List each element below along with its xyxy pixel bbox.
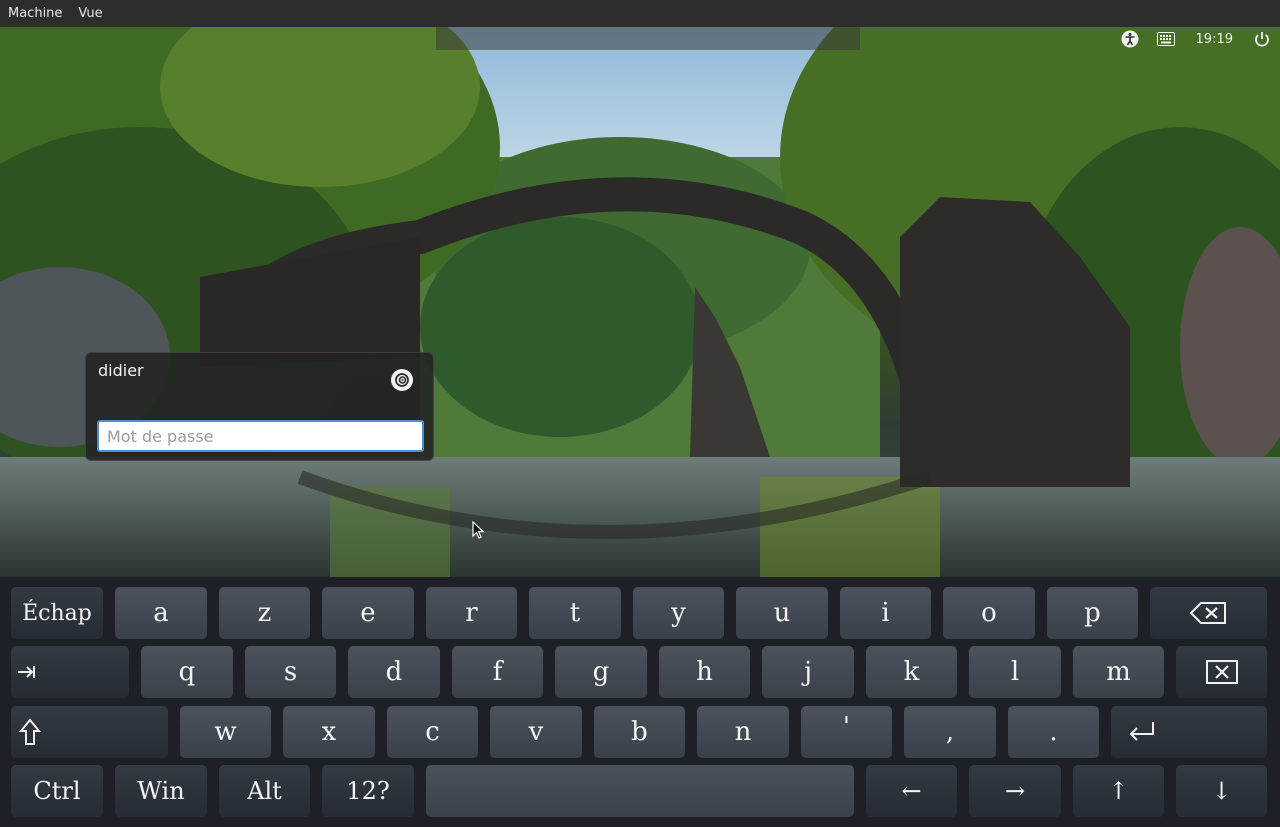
- backspace-icon: [1189, 602, 1226, 624]
- key-a[interactable]: a: [115, 587, 207, 639]
- key-n[interactable]: n: [697, 706, 789, 758]
- key-t[interactable]: t: [529, 587, 621, 639]
- key-q[interactable]: q: [141, 646, 233, 698]
- power-icon[interactable]: [1254, 31, 1270, 47]
- shift-icon: [19, 718, 41, 745]
- key-y[interactable]: y: [633, 587, 724, 639]
- key-f[interactable]: f: [452, 646, 543, 698]
- session-icon: [395, 373, 409, 387]
- key-p[interactable]: p: [1047, 587, 1138, 639]
- wallpaper-scene: [0, 27, 1280, 577]
- menu-view[interactable]: Vue: [70, 0, 110, 27]
- key-escape[interactable]: Échap: [11, 587, 103, 639]
- on-screen-keyboard: Échap a z e r t y u i o p q s d f g h j …: [0, 577, 1280, 827]
- key-backspace[interactable]: [1150, 587, 1267, 639]
- key-space[interactable]: [426, 765, 854, 817]
- delete-icon: [1205, 660, 1238, 684]
- key-win[interactable]: Win: [115, 765, 207, 817]
- key-ctrl[interactable]: Ctrl: [11, 765, 103, 817]
- key-right[interactable]: →: [969, 765, 1061, 817]
- enter-icon: [1129, 722, 1154, 741]
- menu-machine[interactable]: Machine: [0, 0, 70, 27]
- key-u[interactable]: u: [736, 587, 828, 639]
- password-field[interactable]: [97, 420, 424, 452]
- key-o[interactable]: o: [943, 587, 1035, 639]
- key-v[interactable]: v: [490, 706, 582, 758]
- key-shift[interactable]: [11, 706, 168, 758]
- key-alt[interactable]: Alt: [219, 765, 310, 817]
- wallpaper: [0, 27, 1280, 577]
- top-panel-strip: [436, 27, 860, 50]
- key-left[interactable]: ←: [866, 765, 957, 817]
- key-h[interactable]: h: [659, 646, 750, 698]
- key-i[interactable]: i: [840, 587, 931, 639]
- key-e[interactable]: e: [322, 587, 414, 639]
- keyboard-icon[interactable]: [1156, 32, 1175, 46]
- key-w[interactable]: w: [180, 706, 271, 758]
- key-comma[interactable]: ,: [904, 706, 996, 758]
- login-box: didier: [85, 352, 434, 461]
- username-label: didier: [98, 361, 144, 380]
- key-r[interactable]: r: [426, 587, 517, 639]
- key-k[interactable]: k: [866, 646, 957, 698]
- key-j[interactable]: j: [762, 646, 854, 698]
- vm-menubar: Machine Vue: [0, 0, 1280, 27]
- key-c[interactable]: c: [387, 706, 478, 758]
- key-g[interactable]: g: [555, 646, 647, 698]
- key-period[interactable]: .: [1008, 706, 1099, 758]
- key-tab[interactable]: [11, 646, 129, 698]
- key-up[interactable]: ↑: [1073, 765, 1164, 817]
- session-select-button[interactable]: [391, 369, 413, 391]
- key-l[interactable]: l: [969, 646, 1061, 698]
- mouse-cursor-icon: [472, 520, 488, 545]
- key-s[interactable]: s: [245, 646, 336, 698]
- clock: 19:19: [1195, 31, 1233, 47]
- key-apostrophe[interactable]: ': [801, 706, 892, 758]
- key-delete[interactable]: [1176, 646, 1267, 698]
- key-down[interactable]: ↓: [1176, 765, 1267, 817]
- key-numbers[interactable]: 12?: [322, 765, 414, 817]
- key-m[interactable]: m: [1073, 646, 1164, 698]
- top-panel-indicators: 19:19: [1112, 27, 1280, 51]
- accessibility-icon[interactable]: [1121, 30, 1139, 48]
- key-x[interactable]: x: [283, 706, 375, 758]
- key-z[interactable]: z: [219, 587, 310, 639]
- tab-icon: [18, 666, 35, 678]
- key-d[interactable]: d: [348, 646, 440, 698]
- key-enter[interactable]: [1111, 706, 1267, 758]
- key-b[interactable]: b: [594, 706, 685, 758]
